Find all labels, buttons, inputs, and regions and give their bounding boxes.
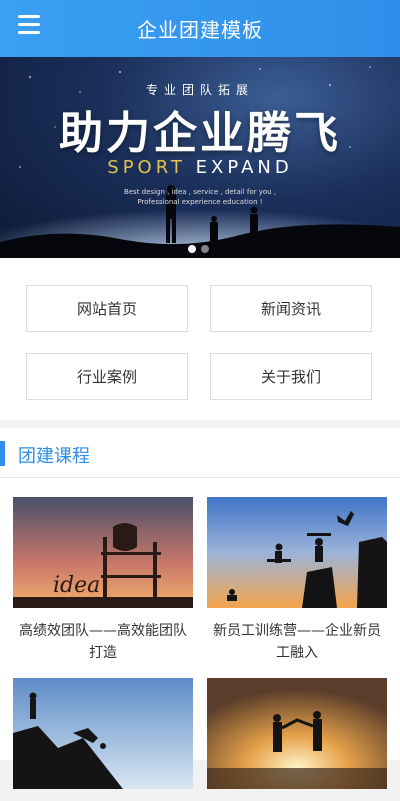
section-accent-bar [0, 441, 5, 466]
course-title: 新员工训练营——企业新员工融入 [213, 623, 381, 661]
course-image [207, 678, 387, 789]
svg-text:idea: idea [53, 573, 100, 598]
nav-home-button[interactable]: 网站首页 [26, 285, 188, 332]
course-card[interactable]: idea 高绩效团队——高效能团队打造 [13, 497, 193, 664]
courses-section: 团建课程 idea 高绩效团队——高效能团队打造 新员工训练营——企业新员工融入 [0, 428, 400, 789]
carousel-dot-1[interactable] [188, 245, 196, 253]
banner-description: Best design , idea , service , detail fo… [123, 188, 277, 206]
banner-headline: 助力企业腾飞 [59, 108, 341, 159]
banner-tagline: 专业团队拓展 [145, 83, 254, 97]
nav-news-button[interactable]: 新闻资讯 [210, 285, 372, 332]
banner-subtitle-sport: SPORT [107, 157, 186, 178]
top-bar: 企业团建模板 [0, 0, 400, 57]
course-card[interactable]: 新员工训练营——企业新员工融入 [207, 497, 387, 664]
page-title: 企业团建模板 [137, 18, 263, 42]
course-image: idea [13, 497, 193, 608]
course-title: 高绩效团队——高效能团队打造 [19, 623, 187, 661]
menu-icon[interactable] [18, 15, 40, 35]
nav-about-button[interactable]: 关于我们 [210, 353, 372, 400]
carousel-dot-2[interactable] [201, 245, 209, 253]
course-card[interactable] [13, 678, 193, 801]
nav-cases-button[interactable]: 行业案例 [26, 353, 188, 400]
hero-banner[interactable]: 专业团队拓展 助力企业腾飞 SPORT EXPAND Best design ,… [0, 57, 400, 258]
course-image [207, 497, 387, 608]
banner-subtitle: SPORT EXPAND [0, 157, 400, 178]
course-card[interactable] [207, 678, 387, 801]
section-title: 团建课程 [18, 446, 90, 467]
banner-subtitle-expand: EXPAND [195, 157, 293, 178]
section-header: 团建课程 [0, 438, 400, 478]
course-image [13, 678, 193, 789]
carousel-dots [188, 245, 209, 253]
quick-nav: 网站首页 新闻资讯 行业案例 关于我们 [0, 258, 400, 420]
